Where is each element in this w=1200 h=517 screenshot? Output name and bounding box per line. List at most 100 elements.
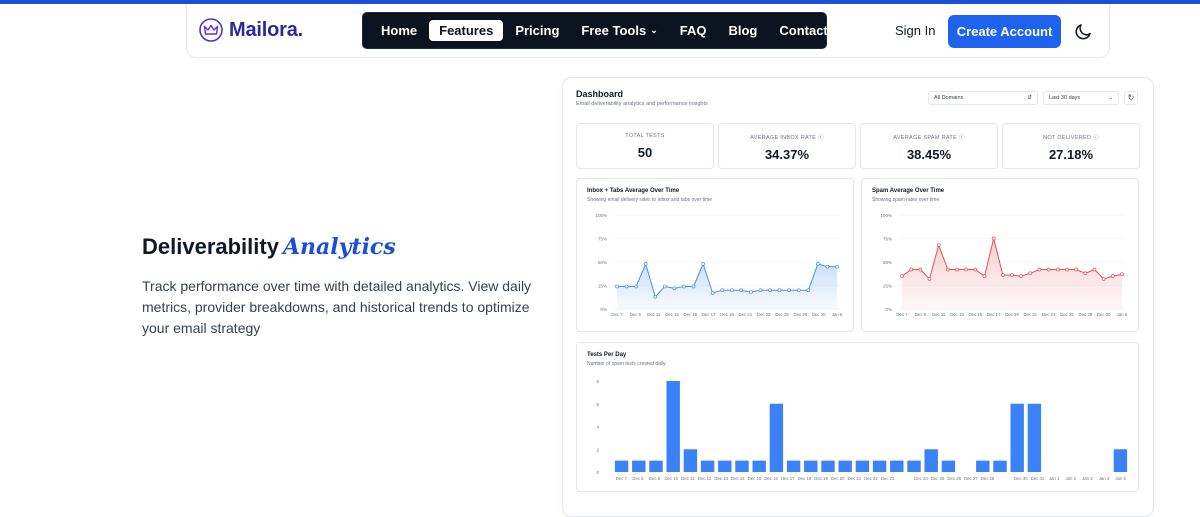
- data-point: [973, 267, 978, 272]
- x-tick-label: Dec 15: [748, 476, 762, 481]
- data-point: [672, 286, 677, 291]
- chevron-down-icon: ⌄: [1108, 95, 1113, 101]
- nav-free-tools-label: Free Tools: [581, 23, 647, 38]
- bar: [649, 460, 663, 472]
- tests-bar-chart: 86420Dec 7 Dec 8 Dec 9 Dec 10 Dec 11 Dec 12 De…: [596, 379, 1128, 481]
- x-tick-label: Dec 19: [1005, 312, 1019, 317]
- data-point: [615, 284, 619, 289]
- moon-icon[interactable]: [1074, 21, 1094, 41]
- y-tick-label: 0%: [885, 307, 892, 312]
- site-header: Mailora. Home Features Pricing Free Tool…: [186, 4, 1110, 58]
- data-point: [1019, 274, 1024, 278]
- x-tick-label: Dec 9: [915, 312, 927, 317]
- x-tick-label: Dec 15: [684, 312, 698, 317]
- spam-chart-card: Spam Average Over Time Showing spam rate…: [861, 178, 1139, 332]
- stat-label: TOTAL TESTS: [625, 133, 665, 139]
- data-point: [1120, 272, 1124, 277]
- info-icon: ⓘ: [958, 135, 965, 141]
- x-tick-label: Jan 5: [1115, 476, 1126, 481]
- x-tick-label: Jan 2: [1065, 476, 1076, 481]
- x-tick-label: Dec 10: [664, 476, 678, 481]
- x-tick-label: Dec 28: [1079, 312, 1093, 317]
- dashboard-subtitle: Email deliverability analytics and perfo…: [576, 101, 708, 107]
- stat-label: AVERAGE INBOX RATE: [750, 135, 817, 141]
- stat-value: 34.37%: [764, 147, 810, 162]
- data-point: [1065, 267, 1069, 272]
- dashboard-preview: Dashboard Email deliverability analytics…: [562, 77, 1154, 517]
- x-tick-label: Dec 8: [632, 476, 644, 481]
- dashboard-title: Dashboard: [576, 89, 624, 99]
- stat-value: 27.18%: [1048, 147, 1094, 162]
- spam-line-chart: 100% 75% 50% 25% 0% Dec 7 Dec 9 Dec 11 Dec 13 Dec…: [880, 213, 1128, 317]
- nav-pricing[interactable]: Pricing: [505, 20, 569, 41]
- data-point: [835, 264, 839, 269]
- data-point: [777, 288, 782, 293]
- data-point: [787, 288, 792, 293]
- nav-faq[interactable]: FAQ: [670, 20, 717, 41]
- main-nav: Home Features Pricing Free Tools ⌄ FAQ Bl…: [362, 12, 828, 49]
- range-select[interactable]: Last 30 days ⌄: [1043, 91, 1119, 105]
- data-point: [643, 262, 648, 266]
- x-tick-label: Dec 25: [931, 476, 945, 481]
- stat-not-delivered: NOT DELIVERED ⓘ 27.18%: [1002, 123, 1140, 169]
- nav-features[interactable]: Features: [429, 20, 504, 41]
- data-point: [936, 243, 941, 247]
- nav-contact[interactable]: Contact: [769, 20, 837, 41]
- refresh-icon[interactable]: ↻: [1124, 91, 1138, 105]
- stat-total-tests: TOTAL TESTS 50: [576, 123, 714, 169]
- bar: [632, 460, 646, 472]
- nav-blog[interactable]: Blog: [718, 20, 767, 41]
- x-tick-label: Dec 19: [814, 476, 828, 481]
- bar: [890, 460, 904, 472]
- domain-select[interactable]: All Domains ⇵: [928, 91, 1038, 105]
- nav-free-tools[interactable]: Free Tools ⌄: [571, 20, 667, 41]
- y-tick-label: 2: [596, 447, 599, 452]
- data-point: [1092, 267, 1097, 272]
- bar: [1010, 403, 1024, 472]
- data-point: [710, 291, 715, 295]
- info-icon: ⓘ: [818, 135, 824, 141]
- hero-title: Deliverability Analytics: [142, 234, 396, 260]
- bar: [941, 460, 956, 472]
- x-tick-label: Dec 14: [731, 476, 745, 481]
- bar: [769, 403, 784, 472]
- stat-label: AVERAGE SPAM RATE: [893, 135, 958, 141]
- x-tick-label: Dec 21: [848, 476, 862, 481]
- sign-in-link[interactable]: Sign In: [895, 23, 935, 38]
- data-point: [768, 288, 772, 293]
- data-point: [927, 277, 932, 281]
- data-point: [1046, 267, 1051, 272]
- data-point: [991, 236, 996, 241]
- create-account-button[interactable]: Create Account: [948, 15, 1061, 48]
- x-tick-label: Dec 28: [981, 476, 995, 481]
- x-tick-label: Dec 11: [681, 476, 695, 481]
- x-tick-label: Jan 5: [1117, 312, 1128, 317]
- y-tick-label: 25%: [598, 284, 607, 289]
- y-tick-label: 100%: [880, 213, 892, 218]
- brand-logo[interactable]: Mailora.: [199, 18, 303, 42]
- x-tick-label: Jan 1: [1049, 476, 1060, 481]
- data-point: [662, 284, 667, 289]
- x-tick-label: Dec 11: [932, 312, 946, 317]
- data-point: [653, 294, 658, 299]
- data-point: [1010, 273, 1014, 278]
- x-tick-label: Dec 21: [739, 312, 753, 317]
- x-tick-label: Dec 23: [1042, 312, 1056, 317]
- updown-icon: ⇵: [1027, 95, 1032, 101]
- x-tick-label: Dec 15: [969, 312, 983, 317]
- inbox-line-chart: 100% 75% 50% 25% 0% Dec 7 Dec 9 Dec 11 Dec 13 Dec…: [595, 213, 842, 317]
- tests-per-day-card: Tests Per Day Number of spam tests creat…: [576, 342, 1139, 492]
- y-tick-label: 75%: [598, 237, 607, 242]
- data-point: [816, 262, 820, 266]
- y-tick-label: 6: [596, 402, 599, 407]
- nav-home[interactable]: Home: [371, 20, 427, 41]
- x-tick-label: Dec 24: [914, 476, 928, 481]
- domain-select-value: All Domains: [934, 95, 964, 101]
- data-point: [624, 284, 629, 289]
- x-tick-label: Dec 9: [649, 476, 661, 481]
- hero-title-accent: Analytics: [282, 234, 396, 260]
- brand-name: Mailora: [229, 18, 298, 41]
- x-tick-label: Dec 22: [864, 476, 878, 481]
- inbox-chart-card: Inbox + Tabs Average Over Time Showing e…: [576, 178, 854, 332]
- data-point: [749, 290, 753, 294]
